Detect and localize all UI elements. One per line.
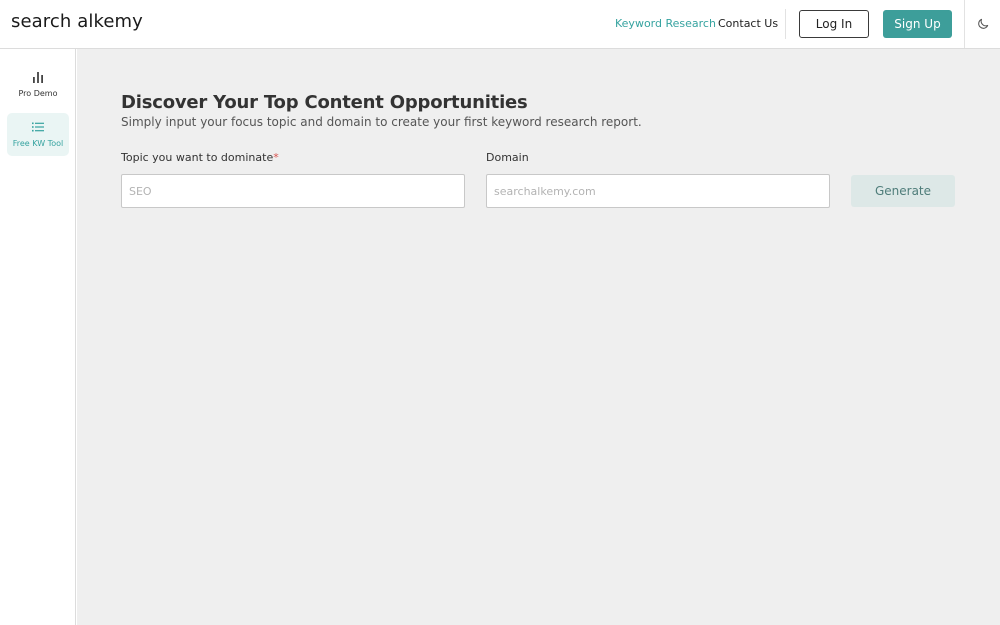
nav-link-contact-us[interactable]: Contact Us (718, 17, 778, 30)
required-marker: * (273, 151, 279, 164)
bar-chart-icon (31, 69, 45, 85)
moon-icon (977, 18, 988, 29)
sidebar-item-free-kw-tool[interactable]: Free KW Tool (7, 113, 69, 156)
generate-button[interactable]: Generate (851, 175, 955, 207)
page-title: Discover Your Top Content Opportunities (121, 92, 528, 113)
signup-button[interactable]: Sign Up (883, 10, 952, 38)
nav-link-keyword-research[interactable]: Keyword Research (615, 17, 716, 30)
page-subtitle: Simply input your focus topic and domain… (121, 115, 642, 129)
domain-input[interactable] (486, 174, 830, 208)
sidebar-item-pro-demo[interactable]: Pro Demo (7, 63, 69, 106)
topic-label: Topic you want to dominate* (121, 151, 279, 164)
list-icon (31, 119, 45, 135)
sidebar-item-label: Free KW Tool (12, 139, 64, 148)
header-divider (785, 9, 786, 39)
domain-label: Domain (486, 151, 529, 164)
sidebar-item-label: Pro Demo (18, 89, 58, 98)
theme-toggle-button[interactable] (964, 0, 1000, 48)
topic-input[interactable] (121, 174, 465, 208)
main-content: Discover Your Top Content Opportunities … (77, 49, 1000, 625)
logo[interactable]: search alkemy (11, 11, 143, 32)
topic-label-text: Topic you want to dominate (121, 151, 274, 164)
sidebar: Pro Demo Free KW Tool (0, 49, 76, 625)
top-header: search alkemy Keyword Research Contact U… (0, 0, 1000, 49)
login-button[interactable]: Log In (799, 10, 869, 38)
